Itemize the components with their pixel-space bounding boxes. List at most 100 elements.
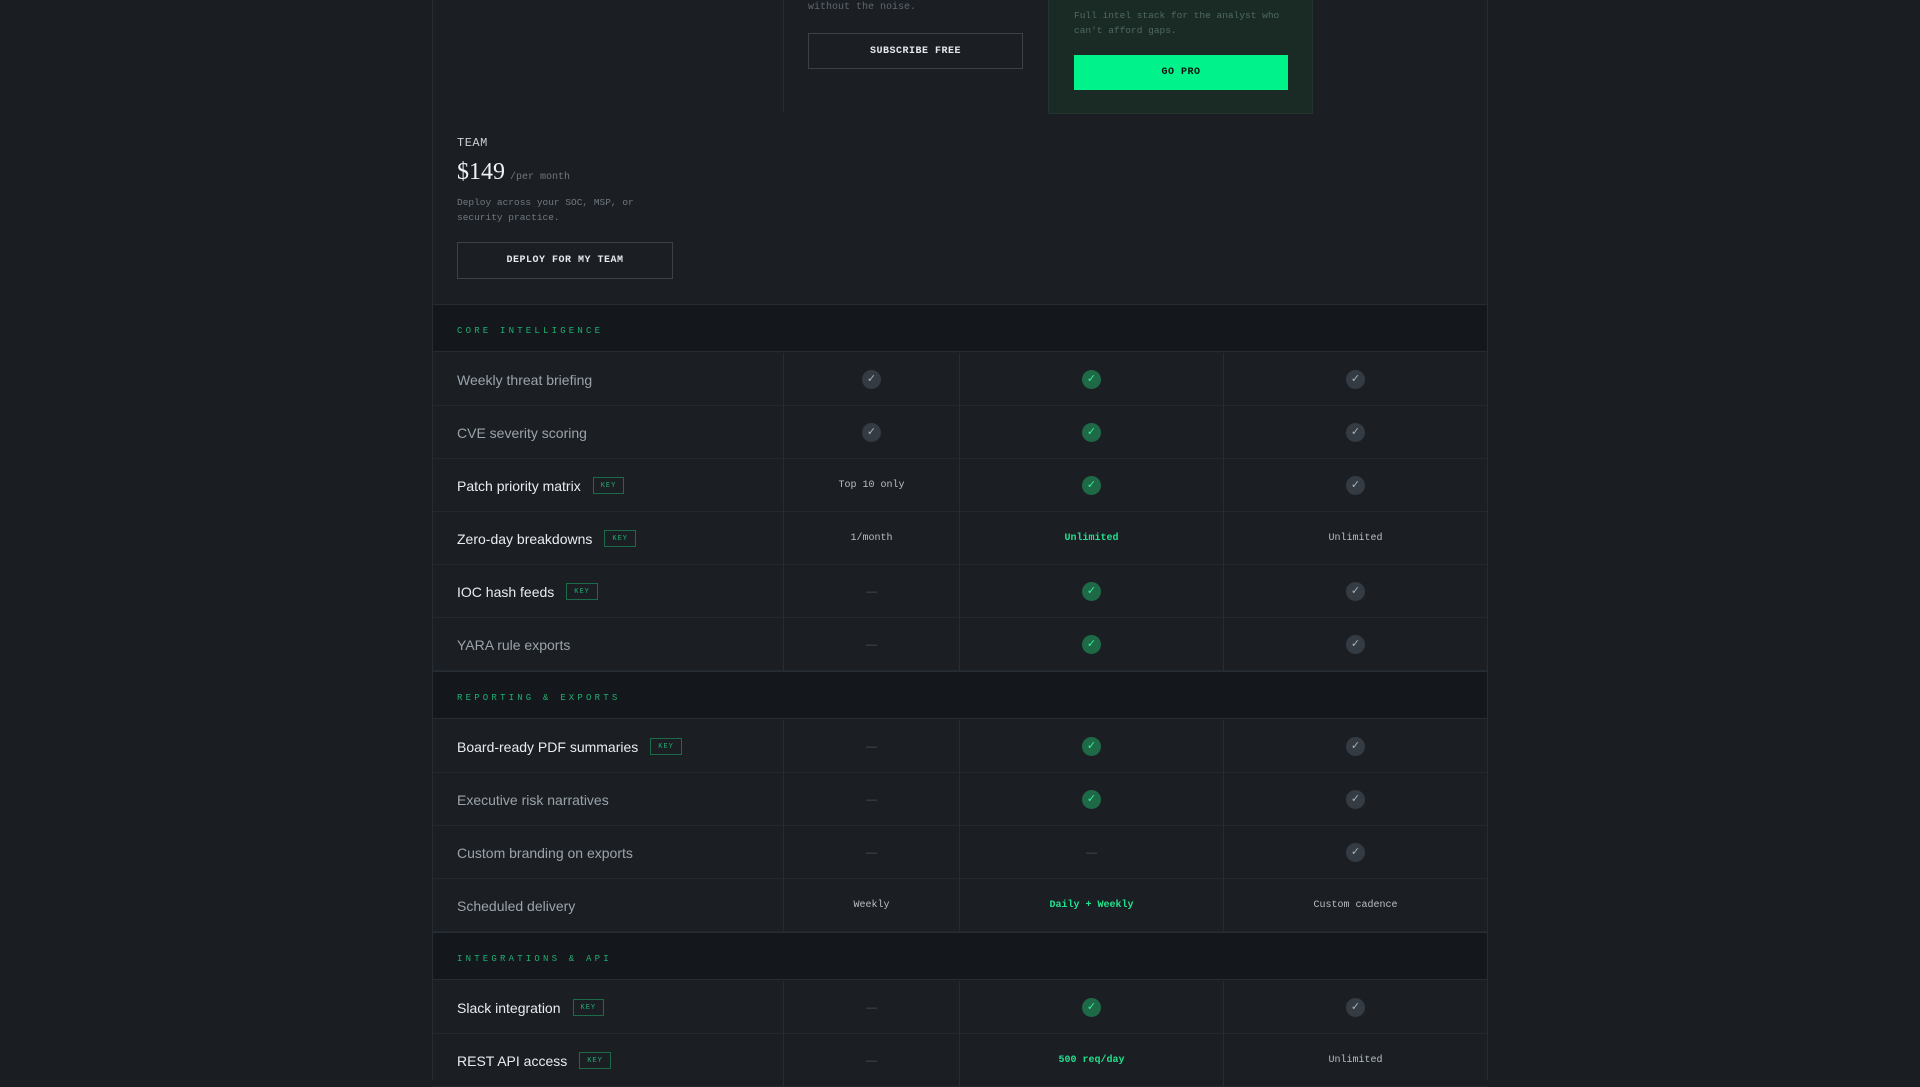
check-icon: ✓ xyxy=(1346,635,1365,654)
team-value-cell: ✓ xyxy=(1223,353,1487,406)
free-value-cell: — xyxy=(783,618,959,671)
check-icon: ✓ xyxy=(1082,370,1101,389)
feature-cell: Weekly threat briefing xyxy=(433,353,783,406)
feature-cell: Patch priority matrix KEY xyxy=(433,459,783,512)
key-badge: KEY xyxy=(604,530,637,547)
free-value-cell: 1/month xyxy=(783,512,959,565)
go-pro-button[interactable]: GO PRO xyxy=(1074,55,1288,90)
team-value-cell: ✓ xyxy=(1223,459,1487,512)
feature-cell: YARA rule exports xyxy=(433,618,783,671)
check-icon: ✓ xyxy=(862,370,881,389)
feature-name: Board-ready PDF summaries xyxy=(457,738,639,755)
feature-name: Weekly threat briefing xyxy=(457,371,593,388)
check-icon: ✓ xyxy=(1346,790,1365,809)
key-badge: KEY xyxy=(650,738,682,755)
feature-row: Executive risk narratives — ✓ ✓ xyxy=(433,773,1487,826)
check-icon: ✓ xyxy=(1346,423,1365,442)
feature-name: Slack integration xyxy=(457,999,561,1016)
team-value-cell: ✓ xyxy=(1223,826,1487,879)
check-icon: ✓ xyxy=(1082,476,1101,495)
feature-name: Executive risk narratives xyxy=(457,791,609,808)
value-text: Unlimited xyxy=(1064,533,1119,544)
deploy-team-button[interactable]: DEPLOY FOR MY TEAM xyxy=(457,242,673,279)
dash-icon: — xyxy=(866,740,877,753)
feature-row: REST API access KEY — 500 req/day Unlimited xyxy=(433,1034,1487,1087)
feature-row: Weekly threat briefing ✓ ✓ ✓ xyxy=(433,353,1487,406)
team-value-cell: Unlimited xyxy=(1223,512,1487,565)
dash-icon: — xyxy=(1086,846,1097,859)
team-plan-price-row: $149 /per month xyxy=(457,159,697,186)
feature-name: IOC hash feeds xyxy=(457,583,555,600)
pro-value-cell: ✓ xyxy=(959,981,1223,1034)
feature-name: Zero-day breakdowns xyxy=(457,530,593,547)
free-value-cell: Top 10 only xyxy=(783,459,959,512)
team-value-cell: ✓ xyxy=(1223,406,1487,459)
feature-name: Scheduled delivery xyxy=(457,897,576,914)
section-title: CORE INTELLIGENCE xyxy=(457,326,604,336)
feature-row: Slack integration KEY — ✓ ✓ xyxy=(433,981,1487,1034)
pro-value-cell: — xyxy=(959,826,1223,879)
value-text: Custom cadence xyxy=(1313,900,1398,911)
pricing-comparison: without the noise. SUBSCRIBE FREE Full i… xyxy=(432,0,1488,1087)
subscribe-free-button[interactable]: SUBSCRIBE FREE xyxy=(808,33,1023,69)
pro-plan-card: Full intel stack for the analyst who can… xyxy=(1048,0,1313,114)
feature-row: Zero-day breakdowns KEY 1/month Unlimited Un… xyxy=(433,512,1487,565)
team-value-cell: ✓ xyxy=(1223,618,1487,671)
section-title: REPORTING & EXPORTS xyxy=(457,693,621,703)
feature-cell: Zero-day breakdowns KEY xyxy=(433,512,783,565)
feature-name: Patch priority matrix xyxy=(457,477,581,494)
check-icon: ✓ xyxy=(1082,737,1101,756)
dash-icon: — xyxy=(866,1054,877,1067)
pro-value-cell: Unlimited xyxy=(959,512,1223,565)
feature-cell: Scheduled delivery xyxy=(433,879,783,932)
section-header: INTEGRATIONS & API xyxy=(433,932,1487,980)
team-plan-name: TEAM xyxy=(457,136,488,150)
feature-cell: CVE severity scoring xyxy=(433,406,783,459)
feature-row: YARA rule exports — ✓ ✓ xyxy=(433,618,1487,671)
dash-icon: — xyxy=(866,638,877,651)
check-icon: ✓ xyxy=(1082,423,1101,442)
key-badge: KEY xyxy=(572,999,605,1016)
feature-name: YARA rule exports xyxy=(457,636,571,653)
feature-cell: Custom branding on exports xyxy=(433,826,783,879)
section-title: INTEGRATIONS & API xyxy=(457,954,612,964)
check-icon: ✓ xyxy=(1346,737,1365,756)
value-text: Unlimited xyxy=(1328,533,1383,544)
feature-row: Board-ready PDF summaries KEY — ✓ ✓ xyxy=(433,720,1487,773)
team-plan: TEAM $149 /per month Deploy across your … xyxy=(457,136,697,225)
value-text: Weekly xyxy=(853,900,890,911)
team-value-cell: ✓ xyxy=(1223,773,1487,826)
feature-row: IOC hash feeds KEY — ✓ ✓ xyxy=(433,565,1487,618)
check-icon: ✓ xyxy=(1082,582,1101,601)
dash-icon: — xyxy=(866,1001,877,1014)
pro-value-cell: 500 req/day xyxy=(959,1034,1223,1087)
team-plan-price: $149 xyxy=(457,159,505,185)
team-plan-period: /per month xyxy=(510,172,571,183)
check-icon: ✓ xyxy=(1346,476,1365,495)
team-value-cell: ✓ xyxy=(1223,565,1487,618)
pro-value-cell: Daily + Weekly xyxy=(959,879,1223,932)
free-value-cell: — xyxy=(783,773,959,826)
free-value-cell: — xyxy=(783,565,959,618)
dash-icon: — xyxy=(866,793,877,806)
pro-value-cell: ✓ xyxy=(959,565,1223,618)
feature-cell: Slack integration KEY xyxy=(433,981,783,1034)
feature-name: REST API access xyxy=(457,1052,568,1069)
pro-value-cell: ✓ xyxy=(959,773,1223,826)
feature-name: CVE severity scoring xyxy=(457,424,587,441)
check-icon: ✓ xyxy=(1082,790,1101,809)
pro-value-cell: ✓ xyxy=(959,459,1223,512)
pro-value-cell: ✓ xyxy=(959,720,1223,773)
check-icon: ✓ xyxy=(862,423,881,442)
pro-value-cell: ✓ xyxy=(959,618,1223,671)
section-header: CORE INTELLIGENCE xyxy=(433,304,1487,352)
key-badge: KEY xyxy=(566,583,598,600)
check-icon: ✓ xyxy=(1346,582,1365,601)
pro-value-cell: ✓ xyxy=(959,406,1223,459)
free-value-cell: — xyxy=(783,981,959,1034)
value-text: Daily + Weekly xyxy=(1049,900,1134,911)
value-text: 500 req/day xyxy=(1058,1055,1125,1066)
free-value-cell: — xyxy=(783,1034,959,1087)
dash-icon: — xyxy=(866,846,877,859)
free-value-cell: — xyxy=(783,720,959,773)
